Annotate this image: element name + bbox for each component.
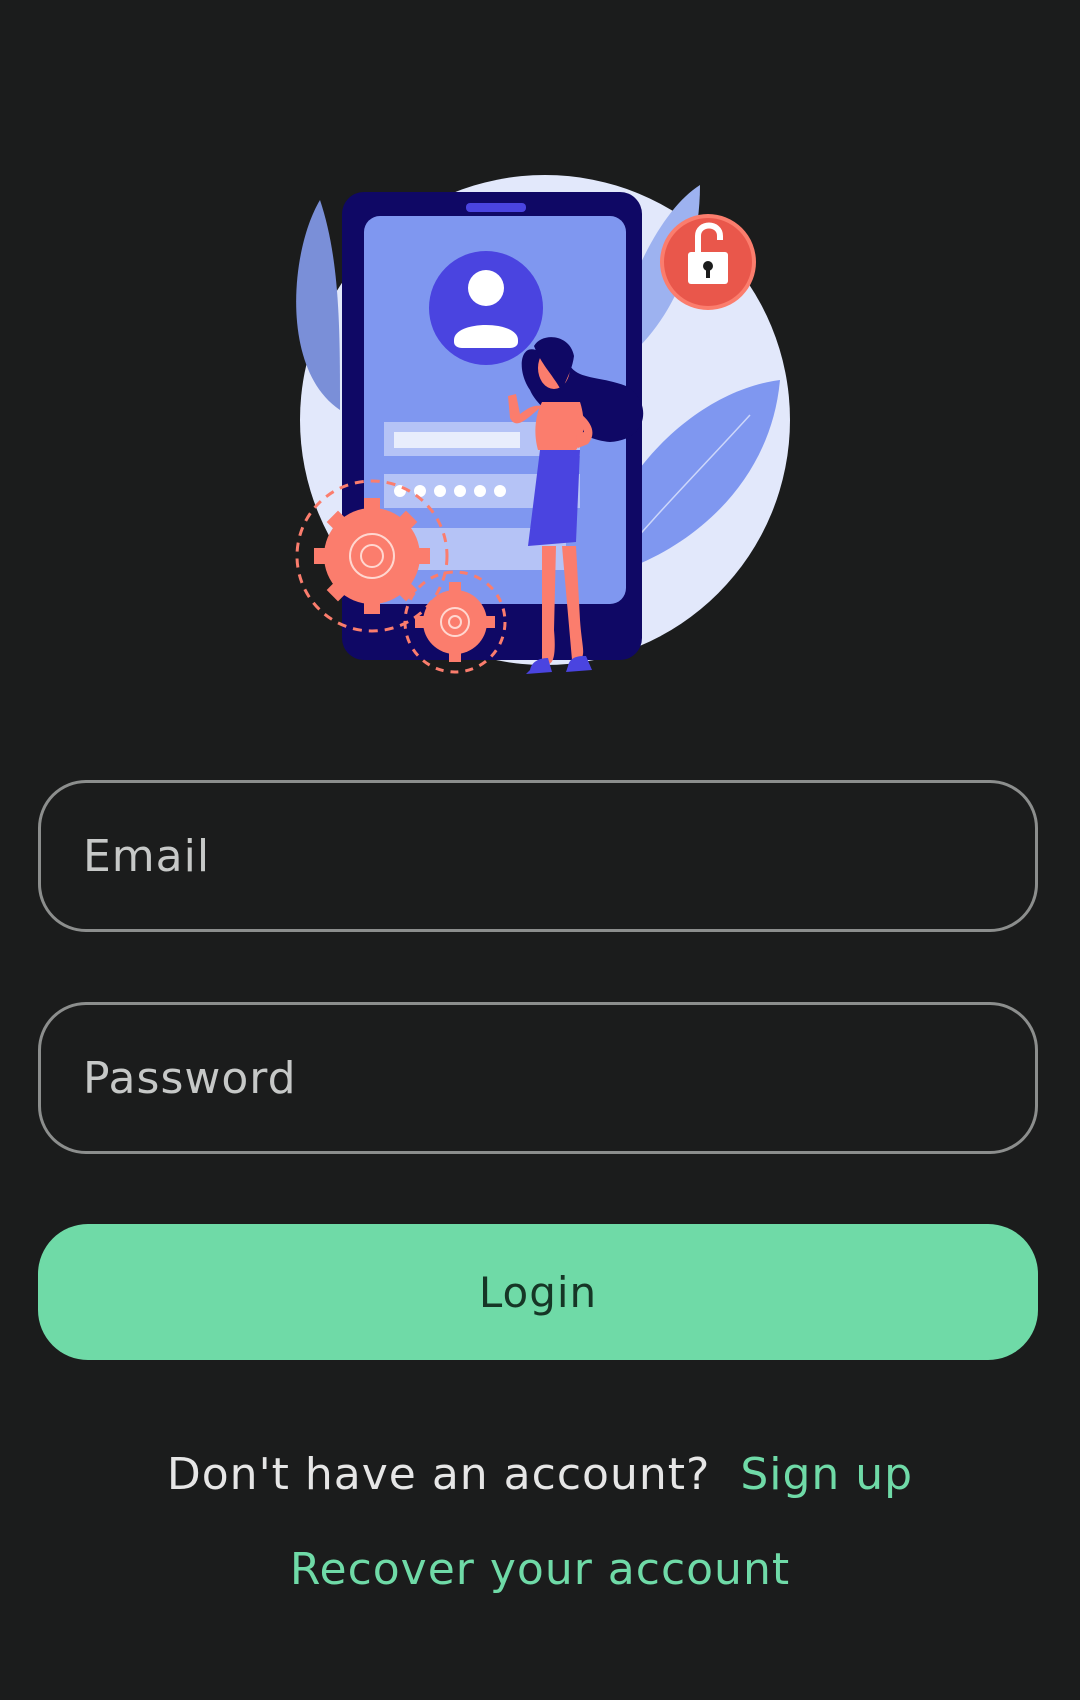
password-field[interactable] bbox=[38, 1002, 1038, 1154]
email-field[interactable] bbox=[38, 780, 1038, 932]
login-illustration bbox=[295, 175, 790, 674]
login-button-label: Login bbox=[478, 1267, 598, 1317]
signup-link[interactable]: Sign up bbox=[740, 1449, 913, 1500]
leaf-left bbox=[296, 200, 340, 410]
signup-row: Don't have an account? Sign up bbox=[0, 1444, 1080, 1504]
password-input[interactable] bbox=[83, 1052, 1035, 1104]
login-screen: Login Don't have an account? Sign up Rec… bbox=[0, 0, 1080, 1700]
email-input[interactable] bbox=[83, 830, 1035, 882]
login-button[interactable]: Login bbox=[38, 1224, 1038, 1360]
signup-prompt: Don't have an account? bbox=[166, 1448, 711, 1500]
recover-account-link[interactable]: Recover your account bbox=[0, 1540, 1080, 1600]
